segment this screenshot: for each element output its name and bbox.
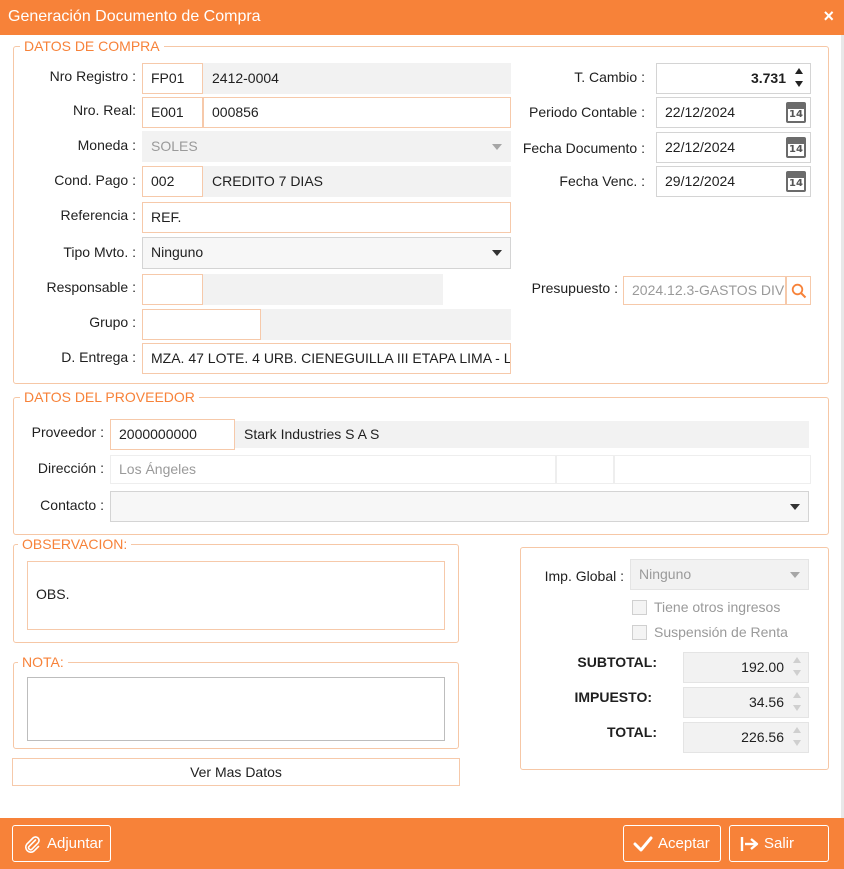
nota-textarea[interactable] [27, 677, 445, 741]
spinner-icon [793, 657, 803, 679]
salir-label: Salir [764, 835, 795, 852]
grupo-code-field[interactable] [142, 309, 261, 340]
responsable-label: Responsable : [46, 279, 136, 295]
d-entrega-label: D. Entrega : [61, 349, 136, 365]
nro-real-numero-field[interactable]: 000856 [203, 97, 511, 128]
total-value: 226.56 [741, 729, 784, 745]
fecha-documento-value: 22/12/2024 [665, 139, 736, 155]
grupo-desc-field [261, 309, 511, 340]
cond-pago-code-field[interactable]: 002 [142, 166, 203, 197]
nro-registro-serie-field[interactable]: FP01 [142, 63, 203, 94]
presupuesto-field[interactable]: 2024.12.3-GASTOS DIV [623, 276, 786, 305]
periodo-contable-value: 22/12/2024 [665, 104, 736, 120]
cond-pago-label: Cond. Pago : [54, 172, 136, 188]
otros-ingresos-label: Tiene otros ingresos [654, 599, 781, 615]
nro-registro-label: Nro Registro : [49, 68, 136, 84]
referencia-label: Referencia : [60, 207, 136, 223]
proveedor-label: Proveedor : [31, 424, 104, 440]
contacto-label: Contacto : [40, 497, 104, 513]
calendar-icon[interactable]: 14 [786, 102, 806, 123]
moneda-value: SOLES [151, 138, 198, 154]
total-field: 226.56 [683, 722, 809, 753]
direccion-extra2-field[interactable] [614, 455, 811, 484]
direccion-label: Dirección : [37, 460, 104, 476]
imp-global-value: Ninguno [639, 566, 692, 582]
moneda-label: Moneda : [77, 137, 136, 153]
suspension-renta-checkbox[interactable] [632, 625, 647, 640]
periodo-contable-label: Periodo Contable : [529, 104, 645, 120]
title-bar: Generación Documento de Compra × [0, 0, 844, 35]
spinner-icon[interactable] [795, 68, 805, 90]
adjuntar-button[interactable]: Adjuntar [12, 825, 111, 862]
paperclip-icon [25, 836, 40, 853]
footer-bar: Adjuntar Aceptar Salir [0, 818, 844, 869]
spinner-icon [793, 727, 803, 749]
spinner-icon [793, 692, 803, 714]
fecha-venc-value: 29/12/2024 [665, 173, 736, 189]
datos-proveedor-legend: DATOS DEL PROVEEDOR [20, 388, 199, 406]
fecha-venc-field[interactable]: 29/12/2024 14 [656, 166, 811, 197]
presupuesto-search-button[interactable] [786, 276, 811, 305]
direccion-extra1-field[interactable] [556, 455, 614, 484]
nro-real-label: Nro. Real: [72, 102, 136, 118]
fecha-venc-label: Fecha Venc. : [559, 173, 645, 189]
nota-legend: NOTA: [18, 653, 68, 671]
proveedor-code-field[interactable]: 2000000000 [110, 419, 235, 450]
aceptar-button[interactable]: Aceptar [623, 825, 721, 862]
datos-compra-legend: DATOS DE COMPRA [20, 37, 164, 55]
moneda-select[interactable]: SOLES [142, 131, 511, 162]
search-icon [791, 283, 807, 299]
chevron-down-icon [790, 572, 800, 578]
impuesto-field: 34.56 [683, 687, 809, 718]
otros-ingresos-checkbox[interactable] [632, 600, 647, 615]
imp-global-label: Imp. Global : [544, 568, 624, 584]
observacion-legend: OBSERVACION: [18, 535, 132, 553]
subtotal-value: 192.00 [741, 659, 784, 675]
contacto-select[interactable] [110, 491, 809, 522]
tipo-mvto-value: Ninguno [151, 244, 204, 260]
t-cambio-field[interactable]: 3.731 [656, 63, 811, 94]
tipo-mvto-select[interactable]: Ninguno [142, 237, 511, 269]
calendar-icon[interactable]: 14 [786, 137, 806, 158]
fecha-documento-field[interactable]: 22/12/2024 14 [656, 132, 811, 163]
close-icon[interactable]: × [823, 6, 834, 27]
responsable-code-field[interactable] [142, 274, 203, 305]
total-label: TOTAL: [606, 724, 657, 740]
ver-mas-datos-button[interactable]: Ver Mas Datos [12, 758, 460, 786]
d-entrega-field[interactable]: MZA. 47 LOTE. 4 URB. CIENEGUILLA III ETA… [142, 343, 511, 374]
salir-button[interactable]: Salir [729, 825, 829, 862]
periodo-contable-field[interactable]: 22/12/2024 14 [656, 97, 811, 128]
cond-pago-desc-field: CREDITO 7 DIAS [203, 166, 511, 197]
aceptar-label: Aceptar [658, 835, 710, 852]
grupo-label: Grupo : [89, 314, 136, 330]
proveedor-name-field: Stark Industries S A S [235, 421, 809, 448]
impuesto-value: 34.56 [748, 694, 784, 710]
impuesto-label: IMPUESTO: [574, 689, 652, 705]
nro-real-serie-field[interactable]: E001 [142, 97, 203, 128]
imp-global-select[interactable]: Ninguno [630, 559, 809, 590]
t-cambio-label: T. Cambio : [574, 69, 645, 85]
calendar-icon[interactable]: 14 [786, 171, 806, 192]
subtotal-field: 192.00 [683, 652, 809, 683]
tipo-mvto-label: Tipo Mvto. : [63, 244, 136, 260]
t-cambio-value: 3.731 [750, 70, 786, 86]
nro-registro-numero-field: 2412-0004 [203, 63, 511, 94]
adjuntar-label: Adjuntar [47, 835, 103, 852]
window-title: Generación Documento de Compra [8, 8, 261, 25]
presupuesto-label: Presupuesto : [531, 280, 618, 296]
responsable-desc-field [203, 274, 443, 305]
exit-icon [740, 837, 759, 851]
chevron-down-icon [492, 250, 502, 256]
chevron-down-icon [790, 504, 800, 510]
fecha-documento-label: Fecha Documento : [522, 140, 645, 156]
subtotal-label: SUBTOTAL: [577, 654, 657, 670]
check-icon [633, 836, 653, 852]
observacion-textarea[interactable]: OBS. [27, 561, 445, 630]
suspension-renta-label: Suspensión de Renta [654, 624, 788, 640]
direccion-field[interactable]: Los Ángeles [110, 455, 556, 484]
referencia-field[interactable]: REF. [142, 202, 511, 233]
